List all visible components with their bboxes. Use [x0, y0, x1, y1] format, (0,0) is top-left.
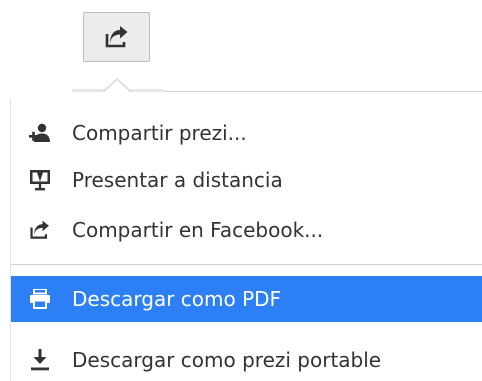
menu-border-top	[164, 91, 482, 92]
menu-item-label: Presentar a distancia	[72, 168, 283, 192]
menu-item-download-pdf[interactable]: Descargar como PDF	[11, 276, 482, 322]
share-menu-screen: Compartir prezi... Presentar a distancia	[0, 0, 482, 381]
share-menu-toggle-button[interactable]	[83, 12, 150, 62]
printer-icon	[29, 288, 51, 310]
menu-item-label: Compartir en Facebook...	[72, 218, 324, 242]
share-arrow-icon	[104, 26, 130, 48]
menu-item-share-facebook[interactable]: Compartir en Facebook...	[11, 207, 482, 253]
presentation-screen-icon	[29, 169, 51, 191]
add-user-icon	[29, 122, 51, 144]
menu-item-label: Descargar como PDF	[72, 287, 282, 311]
menu-item-label: Descargar como prezi portable	[72, 348, 382, 372]
menu-item-label: Compartir prezi...	[72, 121, 247, 145]
menu-caret-fill	[104, 80, 130, 92]
download-icon	[29, 349, 51, 371]
menu-item-present-remotely[interactable]: Presentar a distancia	[11, 157, 482, 203]
menu-divider	[11, 264, 482, 265]
menu-item-download-portable[interactable]: Descargar como prezi portable	[11, 337, 482, 381]
share-arrow-icon	[29, 219, 51, 241]
menu-item-share-prezi[interactable]: Compartir prezi...	[11, 110, 482, 156]
